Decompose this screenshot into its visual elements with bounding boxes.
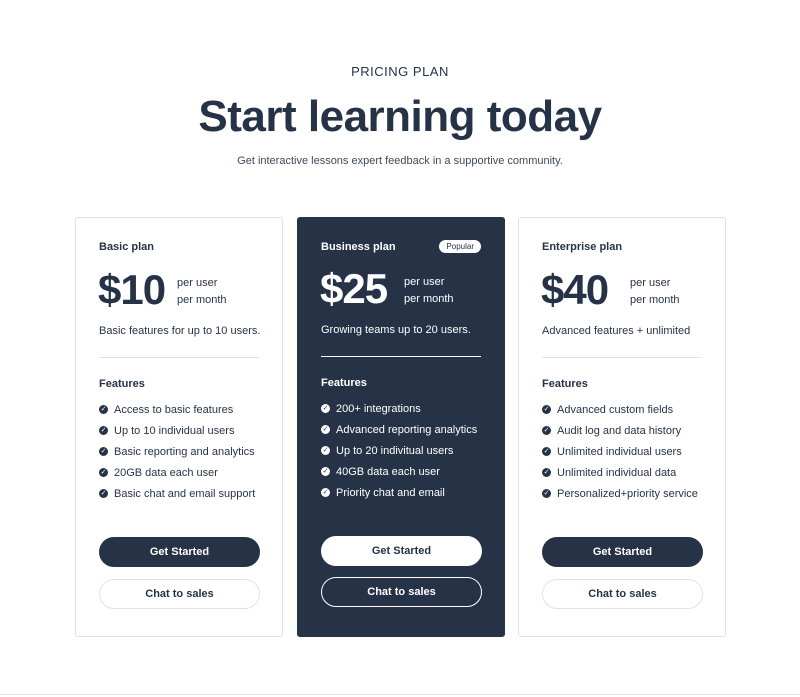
- feature-label: 20GB data each user: [114, 467, 218, 479]
- feature-list: ✓ Access to basic features ✓ Up to 10 indi…: [99, 403, 255, 508]
- feature-item: ✓ Access to basic features: [99, 403, 255, 424]
- check-circle-icon: ✓: [99, 426, 108, 435]
- feature-list: ✓ 200+ integrations ✓ Advanced reporting a…: [321, 402, 477, 507]
- feature-label: Basic chat and email support: [114, 488, 256, 500]
- price-unit-user: per user: [177, 277, 218, 289]
- feature-label: Up to 20 indivitual users: [336, 445, 454, 457]
- price-unit-user: per user: [630, 277, 671, 289]
- page-title: Start learning today: [198, 92, 602, 141]
- plan-description: Basic features for up to 10 users.: [99, 325, 261, 337]
- check-circle-icon: ✓: [542, 426, 551, 435]
- plan-price: $40: [541, 266, 609, 313]
- price-unit-month: per month: [630, 294, 680, 306]
- get-started-button[interactable]: Get Started: [321, 536, 482, 566]
- price-unit-user: per user: [404, 276, 445, 288]
- pricing-eyebrow: PRICING PLAN: [351, 64, 449, 79]
- check-circle-icon: ✓: [321, 425, 330, 434]
- features-heading: Features: [542, 378, 588, 390]
- feature-item: ✓ Priority chat and email: [321, 486, 477, 507]
- feature-label: Priority chat and email: [336, 487, 445, 499]
- plan-price: $10: [98, 266, 166, 313]
- feature-item: ✓ 40GB data each user: [321, 465, 477, 486]
- page-subtitle: Get interactive lessons expert feedback …: [237, 155, 563, 167]
- chat-to-sales-button[interactable]: Chat to sales: [99, 579, 260, 609]
- check-circle-icon: ✓: [99, 447, 108, 456]
- feature-item: ✓ Personalized+priority service: [542, 487, 698, 508]
- check-circle-icon: ✓: [99, 468, 108, 477]
- feature-label: Personalized+priority service: [557, 488, 698, 500]
- chat-to-sales-button[interactable]: Chat to sales: [321, 577, 482, 607]
- divider: [542, 357, 702, 358]
- divider: [321, 356, 481, 357]
- plan-description: Growing teams up to 20 users.: [321, 324, 471, 336]
- feature-item: ✓ 200+ integrations: [321, 402, 477, 423]
- feature-label: Advanced reporting analytics: [336, 424, 478, 436]
- feature-label: Access to basic features: [114, 404, 234, 416]
- feature-item: ✓ Unlimited individual users: [542, 445, 698, 466]
- plan-description: Advanced features + unlimited: [542, 325, 691, 337]
- feature-item: ✓ Up to 20 indivitual users: [321, 444, 477, 465]
- check-circle-icon: ✓: [542, 489, 551, 498]
- price-unit: per user per month: [404, 274, 454, 308]
- feature-label: 40GB data each user: [336, 466, 440, 478]
- plan-name: Business plan: [321, 241, 396, 253]
- price-unit: per user per month: [630, 275, 680, 309]
- get-started-button[interactable]: Get Started: [99, 537, 260, 567]
- price-unit-month: per month: [404, 293, 454, 305]
- feature-label: Unlimited individual users: [557, 446, 682, 458]
- feature-item: ✓ Basic chat and email support: [99, 487, 255, 508]
- check-circle-icon: ✓: [321, 488, 330, 497]
- feature-label: Audit log and data history: [557, 425, 682, 437]
- check-circle-icon: ✓: [542, 405, 551, 414]
- feature-item: ✓ Audit log and data history: [542, 424, 698, 445]
- get-started-button[interactable]: Get Started: [542, 537, 703, 567]
- feature-item: ✓ 20GB data each user: [99, 466, 255, 487]
- divider: [99, 357, 259, 358]
- price-unit-month: per month: [177, 294, 227, 306]
- check-circle-icon: ✓: [321, 404, 330, 413]
- check-circle-icon: ✓: [542, 447, 551, 456]
- features-heading: Features: [321, 377, 367, 389]
- feature-item: ✓ Up to 10 individual users: [99, 424, 255, 445]
- features-heading: Features: [99, 378, 145, 390]
- footer-divider: [0, 694, 800, 695]
- feature-item: ✓ Advanced reporting analytics: [321, 423, 477, 444]
- check-circle-icon: ✓: [321, 467, 330, 476]
- feature-label: 200+ integrations: [336, 403, 421, 415]
- feature-item: ✓ Basic reporting and analytics: [99, 445, 255, 466]
- check-circle-icon: ✓: [542, 468, 551, 477]
- feature-label: Unlimited individual data: [557, 467, 677, 479]
- pricing-card-business: Business plan Popular $25 per user per m…: [297, 217, 505, 637]
- chat-to-sales-button[interactable]: Chat to sales: [542, 579, 703, 609]
- feature-item: ✓ Advanced custom fields: [542, 403, 698, 424]
- feature-label: Advanced custom fields: [557, 404, 674, 416]
- check-circle-icon: ✓: [99, 405, 108, 414]
- check-circle-icon: ✓: [321, 446, 330, 455]
- pricing-card-basic: Basic plan $10 per user per month Basic …: [75, 217, 283, 637]
- check-circle-icon: ✓: [99, 489, 108, 498]
- feature-label: Up to 10 individual users: [114, 425, 235, 437]
- feature-item: ✓ Unlimited individual data: [542, 466, 698, 487]
- plan-name: Basic plan: [99, 241, 155, 253]
- feature-list: ✓ Advanced custom fields ✓ Audit log and d…: [542, 403, 698, 508]
- plan-price: $25: [320, 265, 388, 312]
- price-unit: per user per month: [177, 275, 227, 309]
- popular-badge: Popular: [439, 240, 481, 253]
- pricing-card-enterprise: Enterprise plan $40 per user per month A…: [518, 217, 726, 637]
- feature-label: Basic reporting and analytics: [114, 446, 255, 458]
- plan-name: Enterprise plan: [542, 241, 623, 253]
